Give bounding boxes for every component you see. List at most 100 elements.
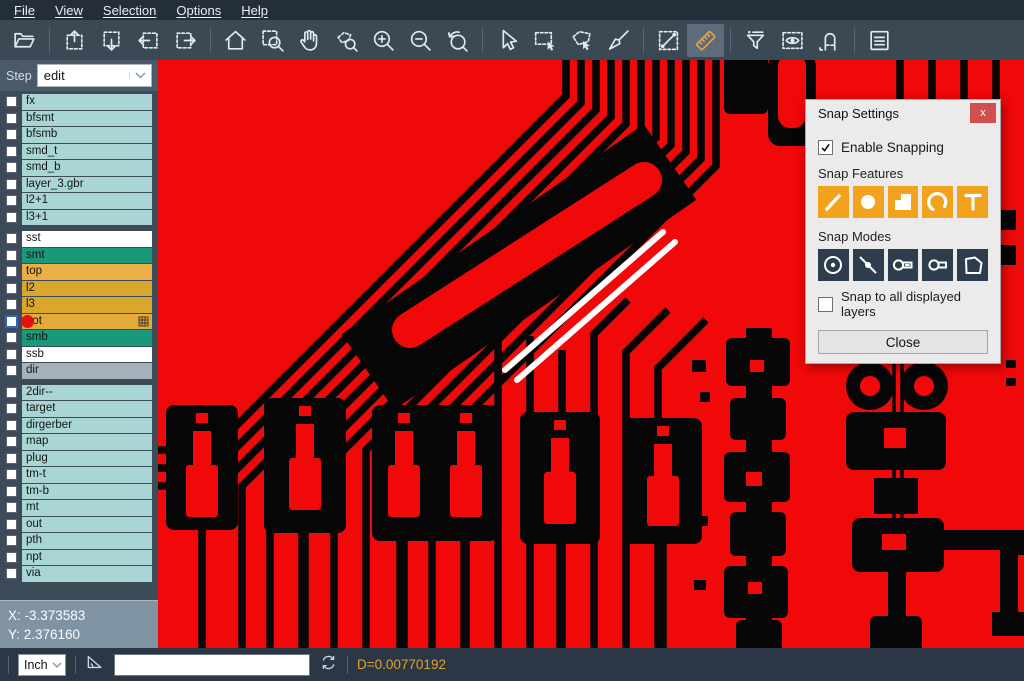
layer-visibility-checkbox[interactable] [6,502,17,513]
layer-name[interactable]: bfsmb [22,127,152,143]
select-polygon-icon[interactable] [563,24,600,57]
snap-arc-icon[interactable] [922,186,953,218]
zoom-out-icon[interactable] [402,24,439,57]
close-button[interactable]: Close [818,330,988,354]
layer-name[interactable]: map [22,434,152,450]
snap-text-icon[interactable] [957,186,988,218]
layer-visibility-checkbox[interactable] [6,332,17,343]
layer-name[interactable]: smd_t [22,144,152,160]
layer-name[interactable]: smt [22,248,152,264]
layer-visibility-checkbox[interactable] [6,316,17,327]
layer-visibility-checkbox[interactable] [6,266,17,277]
layer-name[interactable]: sst [22,231,152,247]
snap-contour-icon[interactable] [957,249,988,281]
pan-hand-icon[interactable] [291,24,328,57]
layer-visibility-checkbox[interactable] [6,113,17,124]
layer-name[interactable]: l3+1 [22,210,152,226]
pan-left-icon[interactable] [130,24,167,57]
layer-name[interactable]: top [22,264,152,280]
layer-visibility-checkbox[interactable] [6,519,17,530]
menu-view[interactable]: View [45,3,93,18]
sync-icon[interactable] [319,653,338,677]
layer-name[interactable]: fx [22,94,152,110]
ruler-measure-icon[interactable] [687,24,724,57]
layer-name[interactable]: smb [22,330,152,346]
enable-snapping-checkbox[interactable] [818,140,833,155]
layer-name[interactable]: target [22,401,152,417]
layer-name[interactable]: dir [22,363,152,379]
layer-visibility-checkbox[interactable] [6,403,17,414]
layer-visibility-checkbox[interactable] [6,96,17,107]
layer-name[interactable]: npt [22,550,152,566]
layer-name[interactable]: l2 [22,281,152,297]
layer-name[interactable]: tm-b [22,484,152,500]
layer-visibility-checkbox[interactable] [6,469,17,480]
layer-name[interactable]: 2dir-- [22,385,152,401]
layer-name[interactable]: ssb [22,347,152,363]
angle-measure-icon[interactable] [85,652,105,677]
command-input[interactable] [114,654,310,676]
paint-brush-icon[interactable] [600,24,637,57]
layer-name[interactable]: tm-t [22,467,152,483]
layer-name[interactable]: dirgerber [22,418,152,434]
layer-visibility-checkbox[interactable] [6,436,17,447]
select-arrow-icon[interactable] [489,24,526,57]
layer-visibility-checkbox[interactable] [6,179,17,190]
layer-name[interactable]: out [22,517,152,533]
layer-name[interactable]: pth [22,533,152,549]
layer-visibility-checkbox[interactable] [6,283,17,294]
layer-visibility-checkbox[interactable] [6,129,17,140]
layer-name[interactable]: mt [22,500,152,516]
layer-visibility-checkbox[interactable] [6,299,17,310]
snap-all-layers-checkbox[interactable] [818,297,833,312]
layer-name[interactable]: smd_b [22,160,152,176]
zoom-in-icon[interactable] [365,24,402,57]
layer-visibility-checkbox[interactable] [6,212,17,223]
snap-magnet-icon[interactable] [811,24,848,57]
pan-up-icon[interactable] [56,24,93,57]
menu-file[interactable]: File [4,3,45,18]
layer-visibility-checkbox[interactable] [6,365,17,376]
zoom-previous-icon[interactable] [439,24,476,57]
layer-visibility-checkbox[interactable] [6,195,17,206]
select-rectangle-icon[interactable] [526,24,563,57]
close-icon[interactable]: x [970,103,996,123]
measure-distance-icon[interactable] [650,24,687,57]
pan-right-icon[interactable] [167,24,204,57]
layer-visibility-checkbox[interactable] [6,162,17,173]
layer-visibility-checkbox[interactable] [6,233,17,244]
layer-visibility-checkbox[interactable] [6,387,17,398]
layer-name[interactable]: layer_3.gbr [22,177,152,193]
step-select[interactable]: edit [37,64,152,87]
layer-visibility-checkbox[interactable] [6,453,17,464]
snap-center-icon[interactable] [818,249,849,281]
unit-select[interactable]: Inch [18,654,66,676]
layer-visibility-checkbox[interactable] [6,535,17,546]
home-icon[interactable] [217,24,254,57]
menu-selection[interactable]: Selection [93,3,166,18]
display-options-icon[interactable] [774,24,811,57]
layer-name[interactable]: l3 [22,297,152,313]
layer-visibility-checkbox[interactable] [6,420,17,431]
layer-visibility-checkbox[interactable] [6,146,17,157]
snap-line-icon[interactable] [818,186,849,218]
layer-name[interactable]: l2+1 [22,193,152,209]
dialog-titlebar[interactable]: Snap Settings x [806,100,1000,126]
layer-name[interactable]: bot [22,314,152,330]
filter-icon[interactable] [737,24,774,57]
layer-visibility-checkbox[interactable] [6,250,17,261]
menu-options[interactable]: Options [166,3,231,18]
snap-pad-icon[interactable] [853,186,884,218]
snap-surface-icon[interactable] [888,186,919,218]
layer-visibility-checkbox[interactable] [6,568,17,579]
layer-visibility-checkbox[interactable] [6,486,17,497]
pan-down-icon[interactable] [93,24,130,57]
snap-pad-slot-filled-icon[interactable] [888,249,919,281]
layer-visibility-checkbox[interactable] [6,349,17,360]
layer-name[interactable]: plug [22,451,152,467]
snap-pad-slot-icon[interactable] [922,249,953,281]
snap-point-on-line-icon[interactable] [853,249,884,281]
zoom-object-icon[interactable] [328,24,365,57]
layer-name[interactable]: via [22,566,152,582]
menu-help[interactable]: Help [231,3,278,18]
